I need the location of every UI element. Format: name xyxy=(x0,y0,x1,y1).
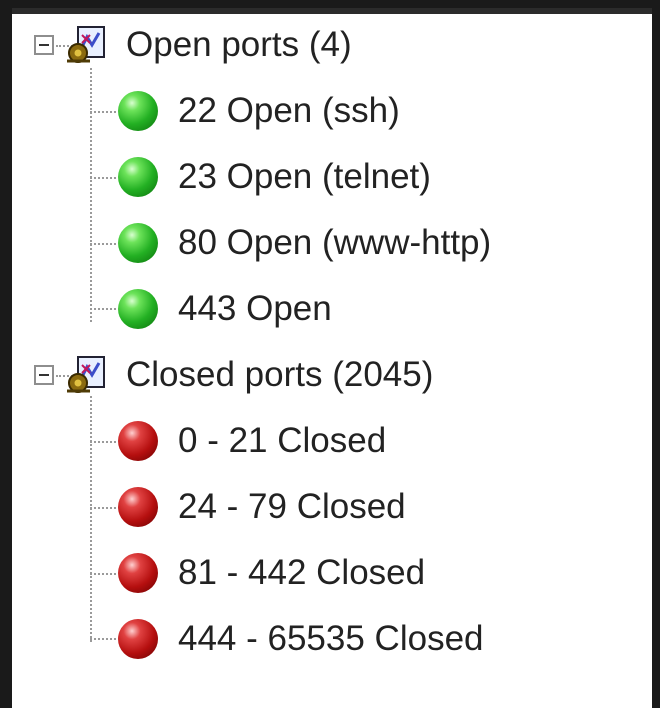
tree-item-label: 81 - 442 Closed xyxy=(178,553,426,592)
red-status-dot-icon xyxy=(118,619,158,659)
tree-group-open-ports[interactable]: Open ports (4) xyxy=(34,15,352,75)
tree-connector xyxy=(90,68,92,322)
tree-item-port-22[interactable]: 22 Open (ssh) xyxy=(118,81,400,141)
port-tree-panel: Open ports (4) 22 Open (ssh) 23 Open (te… xyxy=(12,8,652,708)
red-status-dot-icon xyxy=(118,553,158,593)
tree-item-ports-24-79[interactable]: 24 - 79 Closed xyxy=(118,477,406,537)
tree-connector xyxy=(90,441,116,443)
tree-connector xyxy=(90,111,116,113)
port-group-icon xyxy=(67,26,105,63)
tree-item-label: 444 - 65535 Closed xyxy=(178,619,484,658)
red-status-dot-icon xyxy=(118,487,158,527)
tree-item-label: 24 - 79 Closed xyxy=(178,487,406,526)
green-status-dot-icon xyxy=(118,223,158,263)
collapse-minus-icon[interactable] xyxy=(34,35,54,55)
tree-item-ports-0-21[interactable]: 0 - 21 Closed xyxy=(118,411,386,471)
tree-connector xyxy=(90,243,116,245)
tree-group-closed-ports[interactable]: Closed ports (2045) xyxy=(34,345,433,405)
tree-item-port-443[interactable]: 443 Open xyxy=(118,279,332,339)
tree-connector xyxy=(90,638,116,640)
green-status-dot-icon xyxy=(118,289,158,329)
red-status-dot-icon xyxy=(118,421,158,461)
group-label: Closed ports (2045) xyxy=(126,355,434,394)
collapse-minus-icon[interactable] xyxy=(34,365,54,385)
tree-connector xyxy=(90,573,116,575)
tree-item-ports-81-442[interactable]: 81 - 442 Closed xyxy=(118,543,425,603)
port-group-icon xyxy=(67,356,105,393)
green-status-dot-icon xyxy=(118,157,158,197)
tree-connector xyxy=(90,507,116,509)
tree-connector xyxy=(90,396,92,642)
tree-item-label: 80 Open (www-http) xyxy=(178,223,492,262)
tree-item-port-23[interactable]: 23 Open (telnet) xyxy=(118,147,431,207)
tree-item-ports-444-65535[interactable]: 444 - 65535 Closed xyxy=(118,609,484,669)
tree-item-label: 23 Open (telnet) xyxy=(178,157,431,196)
green-status-dot-icon xyxy=(118,91,158,131)
tree-item-label: 443 Open xyxy=(178,289,332,328)
tree-item-port-80[interactable]: 80 Open (www-http) xyxy=(118,213,491,273)
tree-item-label: 22 Open (ssh) xyxy=(178,91,400,130)
group-label: Open ports (4) xyxy=(126,25,352,64)
port-tree: Open ports (4) 22 Open (ssh) 23 Open (te… xyxy=(12,8,652,708)
tree-connector xyxy=(90,177,116,179)
tree-item-label: 0 - 21 Closed xyxy=(178,421,387,460)
tree-connector xyxy=(90,308,116,310)
